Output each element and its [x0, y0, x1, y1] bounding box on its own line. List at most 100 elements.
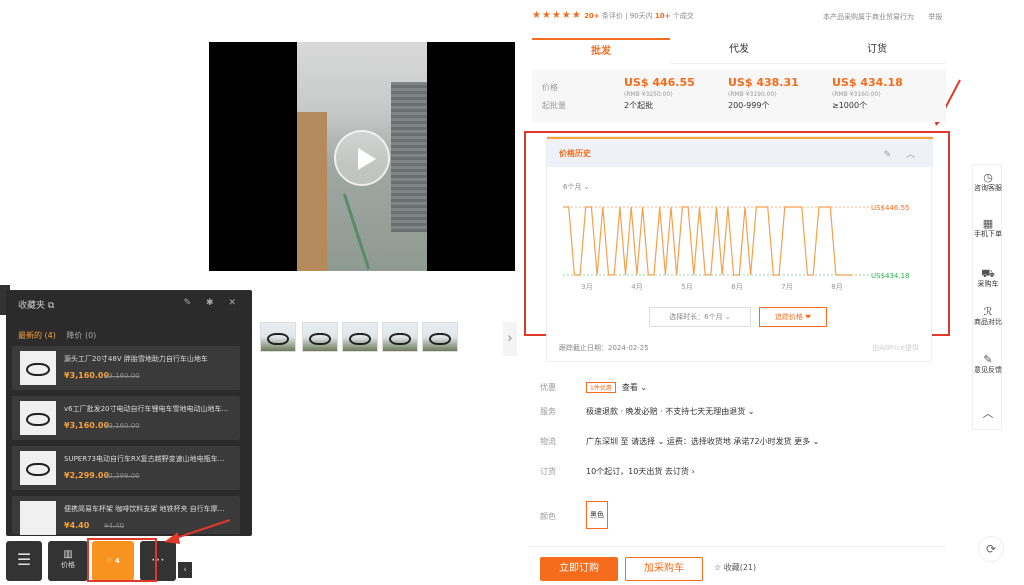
report-link[interactable]: 举报: [928, 13, 942, 21]
price-history-panel: 价格历史 ✎ ︿ 6个月 ⌄ US$446.55 US$434.18 3月 4月 5月 6…: [546, 136, 933, 362]
price-tier: US$ 434.18 (RMB ¥3160.00) ≥1000个: [832, 76, 932, 111]
play-icon[interactable]: [334, 130, 390, 186]
favorites-panel: 收藏夹 ⧉ ✎ ✱ ✕ 最新的 (4) 降价 (0) 源头工厂20寸48V 胖胎…: [6, 290, 252, 536]
tab-wholesale[interactable]: 批发: [532, 38, 670, 64]
order-value[interactable]: 10个起订，10天出货 去订货 ›: [586, 466, 695, 477]
price-history-chart: US$446.55 US$434.18 3月 4月 5月 6月 7月 8月: [563, 204, 910, 291]
action-bar: 立即订购 加采购车 ☆ 收藏(21): [528, 546, 946, 584]
add-to-cart-button[interactable]: 加采购车: [625, 557, 703, 581]
edit-collapse-icon[interactable]: ✎ ︿: [884, 147, 921, 160]
sidebar-item-top[interactable]: ︿: [973, 407, 1003, 420]
logistics-key: 物流: [540, 437, 556, 446]
tier-rmb: (RMB ¥3190.00): [728, 91, 777, 98]
tier-usd: US$ 434.18: [832, 76, 903, 89]
compare-icon: ℛ: [983, 305, 993, 318]
tier-rmb: (RMB ¥3250.00): [624, 91, 673, 98]
sidebar-item-feedback[interactable]: ✎ 意见反馈: [973, 353, 1003, 375]
promo-key: 优惠: [540, 383, 556, 392]
highlight-favorites: [87, 538, 157, 582]
sidebar-label: 商品对比: [974, 318, 1002, 326]
sidebar-label: 咨询客服: [974, 184, 1002, 192]
sold-label: 个成交: [672, 12, 694, 20]
clock-icon: ◷: [983, 171, 993, 184]
favorite-item-old-price: ¥4.40: [104, 522, 125, 530]
favorites-title: 收藏夹 ⧉: [18, 301, 55, 311]
feedback-icon: ✎: [983, 353, 993, 366]
thumbnail[interactable]: [302, 322, 338, 352]
rating-stars-icon: ★★★★★: [532, 10, 582, 21]
data-source: 由AliPrice提供: [872, 344, 919, 352]
favorite-item[interactable]: SUPER73电动自行车RX复古越野变速山地电瓶车... ¥2,299.00 ¥…: [12, 446, 240, 490]
thumbnail[interactable]: [260, 322, 296, 352]
favorite-item-image: [20, 401, 56, 435]
low-price-label: US$434.18: [871, 272, 910, 280]
chat-float-icon[interactable]: ⟳: [978, 536, 1004, 562]
service-value[interactable]: 极速退款 · 晚发必赔 · 不支持七天无理由退货 ⌄: [586, 406, 755, 417]
reviews-count[interactable]: 20+: [584, 12, 600, 20]
qr-icon: ▦: [982, 217, 994, 230]
sidebar-item-mobile[interactable]: ▦ 手机下单: [973, 217, 1003, 239]
x-tick-label: 4月: [631, 283, 642, 291]
x-tick-label: 3月: [581, 283, 592, 291]
price-tier: US$ 438.31 (RMB ¥3190.00) 200-999个: [728, 76, 828, 111]
tab-price-drop[interactable]: 降价 (0): [66, 331, 96, 340]
favorite-item[interactable]: 源头工厂20寸48V 胖胎雪地助力自行车山地车 ¥3,160.00 ¥3,160…: [12, 346, 240, 390]
order-key: 订货: [540, 467, 556, 476]
chevron-up-icon: ︿: [982, 407, 994, 420]
sidebar-item-service[interactable]: ◷ 咨询客服: [973, 171, 1003, 193]
favorite-item-old-price: ¥3,160.00: [104, 372, 140, 380]
favorite-item-price: ¥4.40: [64, 521, 90, 530]
price-history-title: 价格历史: [559, 149, 591, 158]
promo-tag: 1件优惠: [586, 382, 616, 393]
price-button-label: 价格: [61, 561, 75, 569]
rating-row: ★★★★★ 20+ 条评价 | 90天内 10+ 个成交: [532, 10, 694, 21]
price-button[interactable]: ▥ 价格: [48, 541, 88, 581]
thumbnail[interactable]: [422, 322, 458, 352]
cart-icon: ⛟: [981, 267, 995, 280]
favorite-item-title: 源头工厂20寸48V 胖胎雪地助力自行车山地车: [64, 355, 208, 363]
favorite-item-image: [20, 501, 56, 535]
favorites-header-icons[interactable]: ✎ ✱ ✕: [184, 298, 242, 308]
favorite-item-price: ¥3,160.00: [64, 371, 110, 380]
moq-label: 起批量: [542, 101, 566, 110]
favorite-item-price: ¥2,299.00: [64, 471, 110, 480]
color-option[interactable]: 黑色: [586, 501, 608, 529]
sidebar-item-cart[interactable]: ⛟ 采购车: [973, 267, 1003, 289]
track-price-button[interactable]: 追踪价格 ❤: [759, 307, 827, 327]
sidebar-item-compare[interactable]: ℛ 商品对比: [973, 305, 1003, 327]
tab-latest[interactable]: 最新的 (4): [18, 331, 56, 340]
logistics-value[interactable]: 广东深圳 至 请选择 ⌄ 运费：选择收货地 承诺72小时发货 更多 ⌄: [586, 436, 819, 447]
favorite-item-price: ¥3,160.00: [64, 421, 110, 430]
sold-count: 10+: [654, 12, 671, 20]
x-tick-label: 8月: [831, 283, 842, 291]
product-video[interactable]: [209, 42, 515, 271]
price-tier: US$ 446.55 (RMB ¥3250.00) 2个起批: [624, 76, 724, 111]
color-key: 颜色: [540, 512, 556, 521]
tier-qty: 2个起批: [624, 101, 654, 110]
menu-button[interactable]: ☰: [6, 541, 42, 581]
tab-dropship[interactable]: 代发: [670, 38, 808, 64]
collect-button[interactable]: ☆ 收藏(21): [714, 562, 756, 573]
x-tick-label: 7月: [781, 283, 792, 291]
tier-qty: ≥1000个: [832, 101, 868, 110]
tier-usd: US$ 446.55: [624, 76, 695, 89]
tab-order[interactable]: 订货: [808, 38, 946, 64]
period-dropdown[interactable]: 6个月 ⌄: [563, 182, 590, 192]
sidebar-label: 手机下单: [974, 230, 1002, 238]
favorite-item-title: SUPER73电动自行车RX复古越野变速山地电瓶车...: [64, 455, 225, 463]
right-sidebar: ◷ 咨询客服 ▦ 手机下单 ⛟ 采购车 ℛ 商品对比 ✎ 意见反馈 ︿: [972, 164, 1002, 430]
collapse-icon[interactable]: ‹: [178, 562, 192, 578]
thumbnail[interactable]: [382, 322, 418, 352]
video-scene-boxes: [297, 112, 327, 271]
buy-now-button[interactable]: 立即订购: [540, 557, 618, 581]
video-scene-floor-line: [342, 193, 371, 270]
promo-link[interactable]: 查看 ⌄: [622, 383, 647, 392]
favorite-item[interactable]: 便携简易车杯架 咖啡饮料支架 地铁杯夹 自行车摩... ¥4.40 ¥4.40: [12, 496, 240, 535]
thumbnail-next-icon[interactable]: ›: [503, 322, 517, 356]
thumbnail[interactable]: [342, 322, 378, 352]
favorite-item[interactable]: v6工厂批发20寸电动自行车锂电车雪地电动山地车... ¥3,160.00 ¥3…: [12, 396, 240, 440]
top-right-notice: 本产品采购属于商业贸易行为 举报: [823, 12, 942, 22]
duration-select[interactable]: 选择时长：6个月 ⌄: [649, 307, 751, 327]
favorite-item-old-price: ¥3,160.00: [104, 422, 140, 430]
price-label: 价格: [542, 83, 558, 92]
